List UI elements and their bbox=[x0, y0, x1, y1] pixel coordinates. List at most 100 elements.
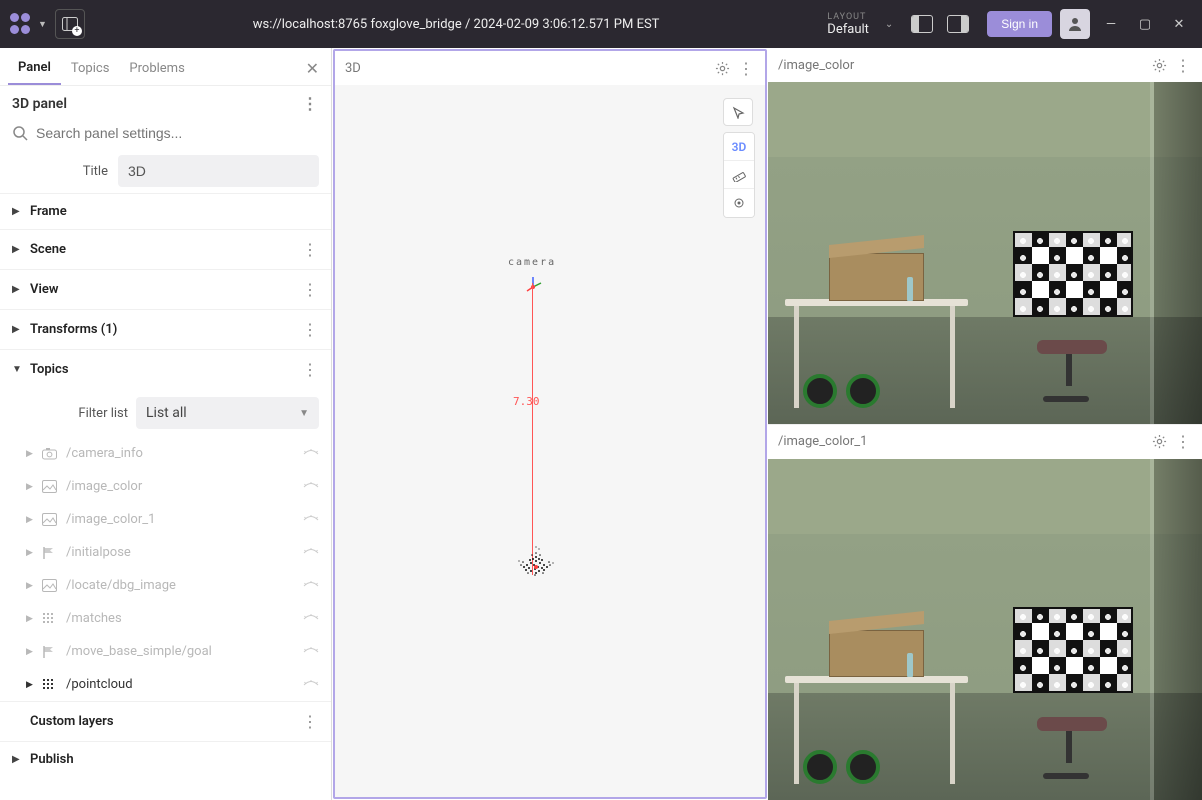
topic-row[interactable]: ▶/matches bbox=[0, 602, 331, 635]
panel-3d-title: 3D bbox=[345, 61, 361, 76]
section-scene[interactable]: ▶ Scene ⋮ bbox=[0, 229, 331, 269]
more-icon[interactable]: ⋮ bbox=[302, 280, 319, 299]
more-icon[interactable]: ⋮ bbox=[738, 59, 755, 78]
plus-icon: + bbox=[72, 26, 82, 36]
flag-icon bbox=[42, 645, 58, 659]
add-panel-button[interactable]: + bbox=[55, 9, 85, 39]
right-sidebar-toggle[interactable] bbox=[947, 15, 969, 33]
visibility-toggle[interactable] bbox=[303, 680, 319, 690]
caret-down-icon: ▼ bbox=[12, 364, 22, 375]
section-topics[interactable]: ▼ Topics ⋮ bbox=[0, 349, 331, 389]
section-publish[interactable]: ▶ Publish bbox=[0, 741, 331, 777]
caret-right-icon: ▶ bbox=[26, 680, 34, 690]
visibility-toggle[interactable] bbox=[303, 647, 319, 657]
user-menu-button[interactable] bbox=[1060, 9, 1090, 39]
caret-right-icon: ▶ bbox=[26, 581, 34, 591]
caret-right-icon: ▶ bbox=[26, 647, 34, 657]
pointcloud-render bbox=[509, 517, 563, 577]
caret-right-icon: ▶ bbox=[12, 244, 22, 255]
close-icon[interactable]: ✕ bbox=[302, 55, 323, 82]
3d-mode-button[interactable]: 3D bbox=[724, 133, 754, 161]
frame-label: camera bbox=[508, 257, 556, 268]
measure-tool-button[interactable] bbox=[724, 161, 754, 189]
section-frame[interactable]: ▶ Frame bbox=[0, 193, 331, 229]
visibility-toggle[interactable] bbox=[303, 581, 319, 591]
topic-row[interactable]: ▶/camera_info bbox=[0, 437, 331, 470]
visibility-toggle[interactable] bbox=[303, 482, 319, 492]
topic-row[interactable]: ▶ /locate/dbg_image bbox=[0, 569, 331, 602]
layout-selector[interactable]: LAYOUT Default bbox=[827, 12, 869, 37]
tab-panel[interactable]: Panel bbox=[8, 52, 61, 85]
image-icon bbox=[42, 579, 58, 592]
more-icon[interactable]: ⋮ bbox=[1175, 432, 1192, 451]
visibility-toggle[interactable] bbox=[303, 614, 319, 624]
image-panels-column: /image_color ⋮ bbox=[768, 48, 1202, 800]
window-minimize-button[interactable]: — bbox=[1098, 17, 1124, 32]
panel-3d: 3D ⋮ 3D bbox=[333, 49, 767, 799]
topic-row[interactable]: ▶ /move_base_simple/goal bbox=[0, 635, 331, 668]
workspace: 3D ⋮ 3D bbox=[332, 48, 1202, 800]
more-icon[interactable]: ⋮ bbox=[302, 712, 319, 731]
more-icon[interactable]: ⋮ bbox=[302, 94, 319, 113]
camera-icon bbox=[42, 447, 58, 460]
gear-icon[interactable] bbox=[1152, 58, 1167, 73]
section-custom-layers[interactable]: Custom layers ⋮ bbox=[0, 701, 331, 741]
topic-name: /initialpose bbox=[66, 545, 295, 560]
panel-title: /image_color bbox=[778, 58, 854, 73]
chevron-down-icon: ▼ bbox=[38, 19, 47, 30]
caret-right-icon: ▶ bbox=[26, 614, 34, 624]
app-logo[interactable]: ▼ bbox=[10, 13, 47, 35]
gear-icon[interactable] bbox=[1152, 434, 1167, 449]
topic-name: /camera_info bbox=[66, 446, 295, 461]
chevron-down-icon: ▼ bbox=[299, 408, 309, 419]
topic-name: /image_color_1 bbox=[66, 512, 295, 527]
signin-button[interactable]: Sign in bbox=[987, 11, 1052, 37]
3d-viewport[interactable]: 3D camera bbox=[335, 85, 765, 797]
left-sidebar-toggle[interactable] bbox=[911, 15, 933, 33]
search-icon bbox=[12, 125, 28, 141]
window-close-button[interactable]: ✕ bbox=[1166, 17, 1192, 32]
panel-settings-title: 3D panel bbox=[12, 96, 67, 112]
topic-row[interactable]: ▶ /pointcloud bbox=[0, 668, 331, 701]
visibility-toggle[interactable] bbox=[303, 548, 319, 558]
topic-row[interactable]: ▶/image_color bbox=[0, 470, 331, 503]
panel-image-color: /image_color ⋮ bbox=[768, 48, 1202, 425]
image-viewport[interactable] bbox=[768, 82, 1202, 424]
caret-right-icon: ▶ bbox=[12, 206, 22, 217]
section-transforms[interactable]: ▶ Transforms (1) ⋮ bbox=[0, 309, 331, 349]
image-icon bbox=[42, 480, 58, 493]
search-input[interactable] bbox=[36, 125, 319, 141]
chevron-down-icon[interactable]: ⌄ bbox=[885, 19, 893, 30]
visibility-toggle[interactable] bbox=[303, 449, 319, 459]
layout-value: Default bbox=[827, 22, 869, 37]
topic-row[interactable]: ▶/initialpose bbox=[0, 536, 331, 569]
more-icon[interactable]: ⋮ bbox=[1175, 56, 1192, 75]
caret-right-icon: ▶ bbox=[26, 515, 34, 525]
title-field-label: Title bbox=[12, 164, 108, 179]
tab-topics[interactable]: Topics bbox=[61, 53, 120, 84]
flag-icon bbox=[42, 546, 58, 560]
topic-name: /move_base_simple/goal bbox=[66, 644, 295, 659]
topic-name: /locate/dbg_image bbox=[66, 578, 295, 593]
axis-gizmo bbox=[525, 275, 541, 291]
topic-name: /pointcloud bbox=[66, 677, 295, 692]
more-icon[interactable]: ⋮ bbox=[302, 240, 319, 259]
filter-label: Filter list bbox=[28, 406, 128, 421]
more-icon[interactable]: ⋮ bbox=[302, 360, 319, 379]
visibility-toggle[interactable] bbox=[303, 515, 319, 525]
panel-title: /image_color_1 bbox=[778, 434, 867, 449]
section-view[interactable]: ▶ View ⋮ bbox=[0, 269, 331, 309]
topic-name: /image_color bbox=[66, 479, 295, 494]
recenter-button[interactable] bbox=[724, 189, 754, 217]
filter-select[interactable]: List all ▼ bbox=[136, 397, 319, 429]
cursor-tool-button[interactable] bbox=[723, 98, 753, 126]
gear-icon[interactable] bbox=[715, 61, 730, 76]
title-field-input[interactable] bbox=[118, 155, 319, 187]
more-icon[interactable]: ⋮ bbox=[302, 320, 319, 339]
topic-row[interactable]: ▶ /image_color_1 bbox=[0, 503, 331, 536]
image-icon bbox=[42, 513, 58, 526]
window-maximize-button[interactable]: ▢ bbox=[1132, 17, 1158, 32]
titlebar: ▼ + ws://localhost:8765 foxglove_bridge … bbox=[0, 0, 1202, 48]
image-viewport[interactable] bbox=[768, 459, 1202, 800]
tab-problems[interactable]: Problems bbox=[119, 53, 194, 84]
